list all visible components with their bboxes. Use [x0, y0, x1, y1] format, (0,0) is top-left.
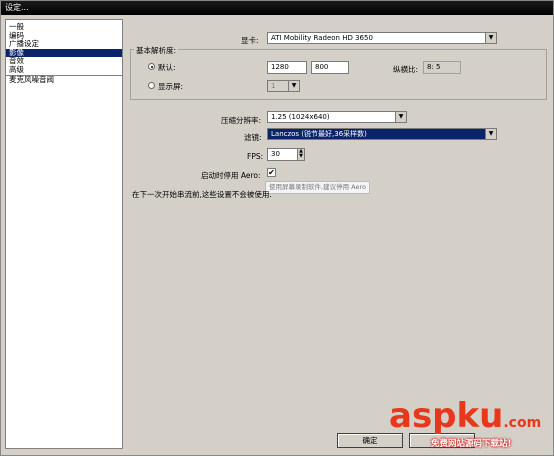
- watermark-brand: aspku: [389, 396, 504, 436]
- aero-tooltip: 使用屏幕录制软件,建议停用 Aero: [265, 181, 370, 194]
- sidebar-item-mic-noise-gate[interactable]: 麦克风噪音阀: [6, 75, 122, 85]
- monitor-select[interactable]: 1 ▼: [267, 80, 300, 92]
- chevron-down-icon: ▼: [485, 129, 496, 139]
- aero-checkbox[interactable]: ✔: [267, 168, 276, 177]
- aspect-label: 纵横比:: [393, 65, 419, 74]
- watermark-tld: .com: [503, 415, 542, 431]
- adapter-value: ATI Mobility Radeon HD 3650: [271, 34, 373, 42]
- settings-sidebar: 一般 编码 广播设定 影像 音效 高级 麦克风噪音阀: [5, 19, 123, 449]
- monitor-value: 1: [271, 82, 276, 90]
- fps-label: FPS:: [247, 152, 264, 161]
- watermark-tagline: 免费网站源码下载站!: [431, 439, 512, 449]
- watermark-logo: aspku.com: [389, 399, 541, 440]
- filter-label: 滤镜:: [244, 133, 262, 142]
- filter-value: Lanczos (锐节最好,36采样数): [271, 130, 367, 138]
- fps-input[interactable]: 30: [267, 148, 298, 161]
- base-resolution-title: 基本解析度:: [134, 45, 179, 56]
- base-resolution-group: [130, 49, 547, 100]
- default-label: 默认:: [158, 63, 176, 72]
- filter-select[interactable]: Lanczos (锐节最好,36采样数) ▼: [267, 128, 497, 140]
- base-width-input[interactable]: 1280: [267, 61, 307, 74]
- chevron-down-icon: ▼: [485, 33, 496, 43]
- downscale-select[interactable]: 1.25 (1024x640) ▼: [267, 111, 407, 123]
- aspect-value: 8: 5: [423, 61, 461, 74]
- settings-window: 设定... 一般 编码 广播设定 影像 音效 高级 麦克风噪音阀 显卡: ATI…: [0, 0, 554, 456]
- default-radio[interactable]: [148, 63, 155, 70]
- aero-label: 启动时停用 Aero:: [201, 171, 261, 180]
- settings-notice: 在下一次开始串流前,这些设置不会被使用.: [132, 190, 272, 199]
- window-title: 设定...: [1, 1, 553, 15]
- base-height-input[interactable]: 800: [311, 61, 349, 74]
- adapter-label: 显卡:: [241, 36, 259, 45]
- downscale-label: 压缩分辨率:: [221, 116, 262, 125]
- adapter-select[interactable]: ATI Mobility Radeon HD 3650 ▼: [267, 32, 497, 44]
- chevron-down-icon: ▼: [288, 81, 299, 91]
- fps-spinner[interactable]: ▲ ▼: [297, 148, 305, 161]
- monitor-label: 显示屏:: [158, 82, 184, 91]
- monitor-radio[interactable]: [148, 82, 155, 89]
- chevron-down-icon: ▼: [395, 112, 406, 122]
- downscale-value: 1.25 (1024x640): [271, 113, 330, 121]
